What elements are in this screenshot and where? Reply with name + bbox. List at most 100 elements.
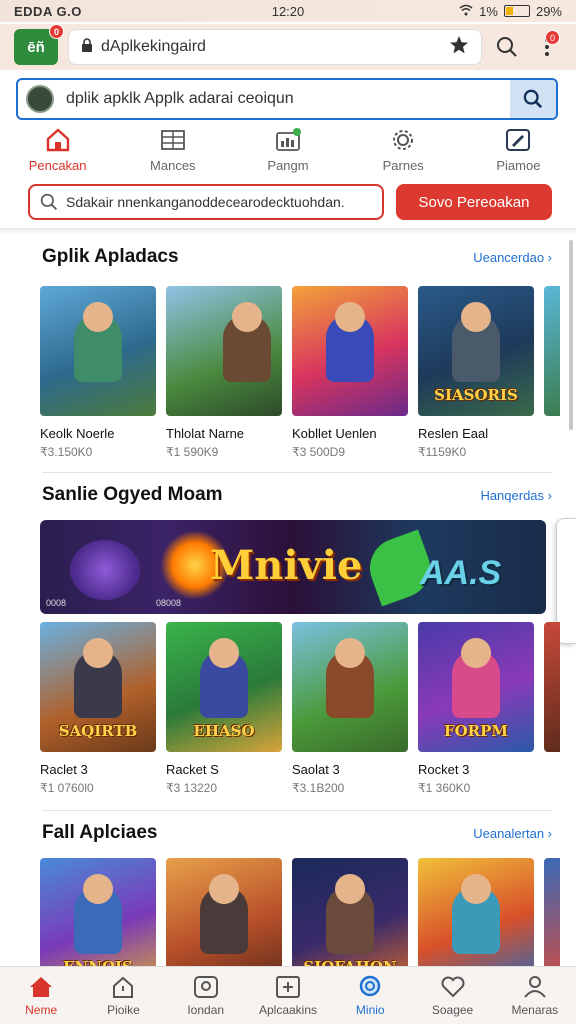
header-shadow — [0, 228, 576, 234]
wifi-icon — [459, 4, 473, 19]
search-button[interactable] — [510, 80, 556, 118]
tab-pangm[interactable]: Pangm — [230, 128, 345, 180]
app-thumbnail: EHASO — [166, 622, 282, 752]
app-card[interactable]: ENNOIS — [40, 858, 156, 966]
app-card[interactable] — [418, 858, 534, 966]
category-tabs: Pencakan Mances Pangm Parnes Piamoe — [0, 128, 576, 180]
tab-label: Mances — [150, 158, 196, 173]
app-thumbnail — [292, 286, 408, 416]
app-card[interactable]: Keolk Noerle ₹3.150K0 — [40, 286, 156, 459]
thumb-brand: SAQIRTB — [58, 722, 138, 740]
app-card[interactable]: SIOFAHON — [292, 858, 408, 966]
tab-label: Pangm — [267, 158, 309, 173]
banner-art — [70, 540, 140, 600]
app-logo-text: ēñ — [27, 38, 45, 56]
nav-item-iondan[interactable]: Iondan — [165, 967, 247, 1024]
url-field[interactable]: dAplkekingaird — [68, 29, 482, 65]
search-icon — [523, 89, 543, 109]
filter-button[interactable]: Sovo Pereoakan — [396, 184, 552, 220]
app-thumbnail: ENNOIS — [40, 858, 156, 966]
app-logo[interactable]: ēñ 0 — [14, 24, 64, 65]
nav-item-minio[interactable]: Minio — [329, 967, 411, 1024]
filter-input[interactable]: Sdakair nnenkanganoddecearodecktuohdan. — [28, 184, 384, 220]
home-icon — [46, 128, 69, 152]
section-header: Fall Aplciaes Ueanalertan › — [42, 822, 552, 844]
status-icons: 1% 29% — [459, 4, 562, 19]
promo-banner[interactable]: Mnivie AA.S 0008 08008 — [40, 520, 546, 614]
grid-list-icon — [160, 130, 185, 150]
thumb-brand: SIOFAHON — [303, 958, 396, 966]
tab-piamoe[interactable]: Piamoe — [461, 128, 576, 180]
app-size: ₹1 0760l0 — [40, 781, 94, 795]
search-input[interactable]: dplik apklk Applk adarai ceoiqun — [66, 90, 510, 108]
nav-item-soagee[interactable]: Soagee — [411, 967, 493, 1024]
app-name: Rocket 3 — [418, 762, 470, 777]
search-icon[interactable] — [492, 32, 522, 62]
thumb-brand: ENNOIS — [63, 958, 133, 966]
tab-mances[interactable]: Mances — [115, 128, 230, 180]
heart-icon — [441, 976, 465, 997]
app-thumbnail — [544, 286, 560, 416]
signal-text: 1% — [479, 3, 498, 19]
app-card[interactable]: FORPM Rocket 3 ₹1 360K0 — [418, 622, 534, 795]
star-icon[interactable] — [449, 35, 469, 60]
tab-label: Piamoe — [496, 158, 541, 173]
see-more-link[interactable]: Hanqerdas › — [480, 488, 552, 503]
status-bar: EDDA G.O 12:20 1% 29% — [0, 0, 576, 22]
see-more-link[interactable]: Ueancerdao › — [473, 250, 552, 265]
app-thumbnail — [166, 286, 282, 416]
app-size: ₹3 13220 — [166, 781, 218, 795]
app-size: ₹3.1B200 — [292, 781, 345, 795]
section-title: Fall Aplciaes — [42, 822, 158, 843]
see-more-link[interactable]: Ueanalertan › — [473, 826, 552, 841]
search-avatar — [26, 85, 54, 113]
app-card[interactable]: Saolat 3 ₹3.1B200 — [292, 622, 408, 795]
app-card[interactable]: Kobllet Uenlen ₹3 500D9 — [292, 286, 408, 459]
nav-label: Soagee — [431, 1002, 474, 1017]
app-thumbnail: SIOFAHON — [292, 858, 408, 966]
nav-item-home[interactable]: Neme — [0, 967, 82, 1024]
app-card-partial[interactable] — [544, 858, 560, 966]
more-menu-icon[interactable]: 0 — [532, 30, 562, 62]
app-size: ₹3.150K0 — [40, 445, 93, 459]
app-row-3: ENNOIS SIOFAHON — [40, 858, 560, 966]
app-size: ₹1 360K0 — [418, 781, 471, 795]
tab-parnes[interactable]: Parnes — [346, 128, 461, 180]
section-header: Sanlie Ogyed Moam Hanqerdas › — [42, 484, 552, 506]
app-size: ₹1159K0 — [418, 445, 467, 459]
app-thumbnail: FORPM — [418, 622, 534, 752]
home-icon — [30, 976, 53, 997]
app-name: Raclet 3 — [40, 762, 88, 777]
banner-subtitle: AA.S — [420, 554, 502, 592]
thumb-brand: FORPM — [443, 722, 509, 740]
tab-pencakan[interactable]: Pencakan — [0, 128, 115, 180]
app-card[interactable]: SIASORIS Reslen Eaal ₹1159K0 — [418, 286, 534, 459]
app-card[interactable]: SAQIRTB Raclet 3 ₹1 0760l0 — [40, 622, 156, 795]
app-thumbnail — [166, 858, 282, 966]
lock-icon — [81, 37, 93, 57]
nav-item-menaras[interactable]: Menaras — [494, 967, 576, 1024]
see-more-label: Hanqerdas — [480, 487, 545, 503]
search-bar[interactable]: dplik apklk Applk adarai ceoiqun — [16, 78, 558, 120]
nav-item-pioike[interactable]: Pioike — [82, 967, 164, 1024]
app-name: Reslen Eaal — [418, 426, 489, 441]
thumb-brand: SIASORIS — [434, 386, 518, 404]
nav-item-aplcaakins[interactable]: Aplcaakins — [247, 967, 329, 1024]
app-card[interactable] — [166, 858, 282, 966]
app-card-partial[interactable] — [544, 286, 560, 459]
app-size: ₹1 590K9 — [166, 445, 219, 459]
search-icon — [193, 975, 218, 998]
bottom-nav: Neme Pioike Iondan Aplcaakins Minio Soag… — [0, 966, 576, 1024]
app-card[interactable]: EHASO Racket S ₹3 13220 — [166, 622, 282, 795]
app-name: Keolk Noerle — [40, 426, 115, 441]
banner-foot-mid: 08008 — [156, 598, 182, 608]
menu-badge: 0 — [545, 30, 560, 45]
section-divider — [42, 472, 552, 473]
app-row-2: SAQIRTB Raclet 3 ₹1 0760l0 EHASO Racket … — [40, 622, 560, 795]
app-card-partial[interactable] — [544, 622, 560, 795]
app-card[interactable]: Thlolat Narne ₹1 590K9 — [166, 286, 282, 459]
app-thumbnail — [544, 622, 560, 752]
scrollbar[interactable] — [569, 240, 573, 430]
banner-title: Mnivie — [210, 542, 363, 589]
url-text: dAplkekingaird — [101, 38, 206, 55]
